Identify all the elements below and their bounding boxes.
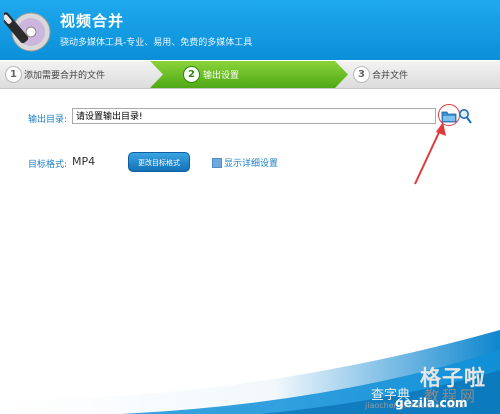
annotation-arrow [414, 122, 446, 185]
magnifier-icon[interactable] [458, 108, 472, 124]
app-title: 视频合并 [60, 12, 125, 30]
step-merge-files[interactable]: 3 合并文件 [348, 61, 500, 88]
app-header: 视频合并 骁动多媒体工具-专业、易用、免费的多媒体工具 [0, 0, 500, 60]
change-format-button[interactable]: 更改目标格式 [128, 152, 190, 172]
detail-settings-checkbox[interactable] [212, 158, 222, 168]
output-dir-input[interactable]: 请设置输出目录! [72, 108, 436, 124]
step-label: 添加需要合并的文件 [24, 71, 106, 81]
app-subtitle: 骁动多媒体工具-专业、易用、免费的多媒体工具 [60, 38, 253, 48]
step-bar: 1 添加需要合并的文件 2 输出设置 3 合并文件 [0, 61, 500, 89]
step-label: 输出设置 [203, 71, 240, 81]
step-add-files[interactable]: 1 添加需要合并的文件 [0, 61, 163, 88]
output-dir-label: 输出目录: [28, 115, 68, 125]
target-format-label: 目标格式: [28, 160, 68, 170]
step-output-settings[interactable]: 2 输出设置 [165, 61, 345, 88]
target-format-value: MP4 [72, 155, 96, 168]
disc-pen-logo-icon [4, 12, 51, 52]
detail-settings-label[interactable]: 显示详细设置 [224, 156, 278, 169]
step-number: 2 [183, 66, 200, 83]
step-number: 3 [353, 66, 370, 83]
step-number: 1 [5, 66, 22, 83]
watermark-line5: gezila.com [395, 396, 468, 410]
step-label: 合并文件 [372, 71, 409, 81]
